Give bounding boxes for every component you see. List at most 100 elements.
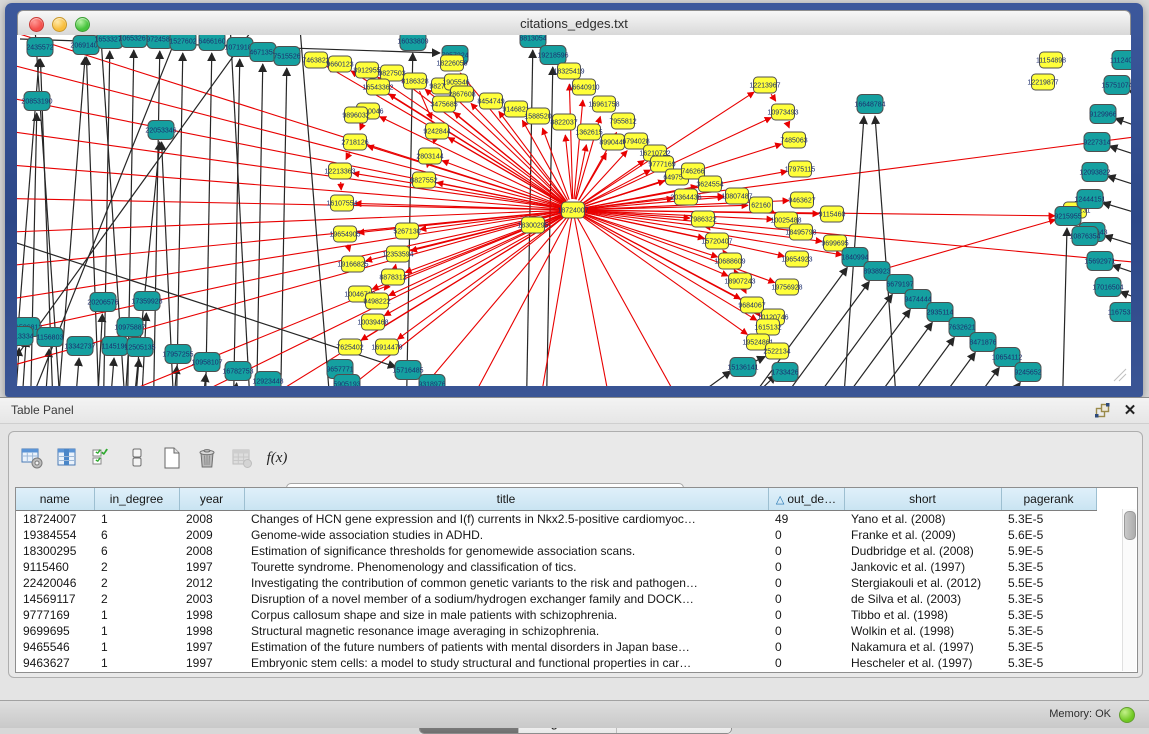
- network-node[interactable]: 19654905: [329, 226, 360, 242]
- table-row[interactable]: 946554611997Estimation of the future num…: [16, 639, 1124, 655]
- network-node[interactable]: 8186328: [401, 73, 428, 89]
- float-window-icon[interactable]: [1093, 401, 1111, 419]
- network-node[interactable]: 10958107: [191, 353, 222, 372]
- network-node[interactable]: 17359928: [131, 292, 162, 311]
- network-node[interactable]: 9684067: [738, 297, 765, 313]
- column-header-year[interactable]: year: [179, 488, 244, 511]
- network-node[interactable]: 11154898: [1036, 52, 1066, 68]
- network-node[interactable]: 8822037: [550, 114, 577, 130]
- network-node[interactable]: 9896032: [342, 107, 369, 123]
- network-node[interactable]: 18724007: [557, 202, 588, 218]
- network-node[interactable]: 19218596: [537, 46, 568, 65]
- network-node[interactable]: 10807487: [721, 188, 752, 204]
- network-node[interactable]: 16543362: [362, 79, 393, 95]
- network-node[interactable]: 9215955: [1054, 207, 1081, 226]
- network-node[interactable]: 3913334: [17, 327, 34, 346]
- network-node[interactable]: 12213363: [324, 163, 355, 179]
- network-node[interactable]: 8827552: [410, 172, 437, 188]
- network-node[interactable]: 12923448: [252, 372, 283, 387]
- network-node[interactable]: 1156803: [37, 328, 64, 347]
- table-row[interactable]: 977716911998Corpus callosum shape and si…: [16, 607, 1124, 623]
- function-builder-icon[interactable]: f(x): [264, 445, 290, 471]
- network-node[interactable]: 11124047: [1110, 51, 1131, 70]
- network-node[interactable]: 7986322: [689, 211, 716, 227]
- network-node[interactable]: 18907243: [724, 273, 755, 289]
- network-node[interactable]: 8938923: [863, 262, 890, 281]
- new-document-icon[interactable]: [159, 445, 185, 471]
- network-canvas[interactable]: 1872400724355722069140616533277106532679…: [17, 35, 1131, 386]
- network-node[interactable]: 9660123: [326, 56, 353, 72]
- column-header-short[interactable]: short: [844, 488, 1001, 511]
- network-node[interactable]: 12219877: [1027, 74, 1058, 90]
- network-window-titlebar[interactable]: citations_edges.txt: [17, 10, 1131, 37]
- network-node[interactable]: 1733426: [771, 363, 798, 382]
- network-node[interactable]: 12444151: [1074, 190, 1105, 209]
- canvas-resize-corner-icon[interactable]: [1111, 366, 1127, 382]
- network-node[interactable]: 16914479: [371, 339, 402, 355]
- network-node[interactable]: 15720407: [701, 233, 732, 249]
- network-node[interactable]: 15716485: [392, 361, 423, 380]
- network-node[interactable]: 9115460: [819, 206, 846, 222]
- table-row[interactable]: 1872400712008Changes of HCN gene express…: [16, 511, 1124, 528]
- column-header-in_degree[interactable]: in_degree: [94, 488, 179, 511]
- column-header-title[interactable]: title: [244, 488, 768, 511]
- import-table-icon[interactable]: [229, 445, 255, 471]
- network-node[interactable]: 1615132: [754, 319, 781, 335]
- network-node[interactable]: 16961758: [588, 96, 619, 112]
- network-node[interactable]: 9242844: [423, 123, 450, 139]
- network-node[interactable]: 12093822: [1079, 163, 1110, 182]
- trash-icon[interactable]: [194, 445, 220, 471]
- network-node[interactable]: 1362615: [575, 124, 602, 140]
- table-scrollbar[interactable]: [1122, 509, 1136, 671]
- network-node[interactable]: 3475685: [430, 96, 457, 112]
- network-node[interactable]: 15136141: [727, 358, 758, 377]
- network-node[interactable]: 6466160: [198, 35, 225, 51]
- network-node[interactable]: 16107554: [326, 195, 357, 211]
- network-node[interactable]: 8454749: [477, 93, 504, 109]
- network-node[interactable]: 5267130: [393, 223, 420, 239]
- close-icon[interactable]: ✕: [1121, 401, 1139, 419]
- table-row[interactable]: 911546021997Tourette syndrome. Phenomeno…: [16, 559, 1124, 575]
- network-node[interactable]: 9227314: [1083, 133, 1110, 152]
- network-node[interactable]: 2935114: [927, 303, 954, 322]
- network-node[interactable]: 11675332: [1108, 303, 1131, 322]
- network-node[interactable]: 17957255: [162, 345, 193, 364]
- network-node[interactable]: 16033809: [397, 35, 428, 51]
- network-node[interactable]: 3624554: [696, 176, 723, 192]
- network-node[interactable]: 9129966: [1089, 105, 1116, 124]
- network-node[interactable]: 10688609: [714, 253, 745, 269]
- network-node[interactable]: 17975115: [785, 161, 816, 177]
- network-node[interactable]: 1527602: [169, 35, 196, 51]
- network-node[interactable]: 2718126: [341, 134, 368, 150]
- network-node[interactable]: 10975887: [114, 318, 145, 337]
- table-row[interactable]: 2242004622012Investigating the contribut…: [16, 575, 1124, 591]
- network-node[interactable]: 19756928: [771, 279, 802, 295]
- table-row[interactable]: 946362711997Embryonic stem cells: a mode…: [16, 655, 1124, 671]
- network-node[interactable]: 19166825: [337, 256, 368, 272]
- network-node[interactable]: 16782753: [222, 362, 253, 381]
- network-node[interactable]: 5905193: [333, 375, 360, 387]
- network-node[interactable]: 16648784: [854, 95, 885, 114]
- network-node[interactable]: 10653267: [118, 35, 149, 48]
- network-node[interactable]: 19654923: [781, 251, 812, 267]
- network-node[interactable]: 9498222: [363, 293, 390, 309]
- merge-cells-icon[interactable]: [124, 445, 150, 471]
- network-node[interactable]: 10876354: [1069, 227, 1100, 246]
- network-node[interactable]: 12353594: [382, 246, 413, 262]
- network-node[interactable]: 8471876: [969, 333, 996, 352]
- network-node[interactable]: 9318976: [418, 375, 445, 387]
- network-node[interactable]: 17016504: [1092, 278, 1123, 297]
- table-gear-icon[interactable]: [19, 445, 45, 471]
- network-node[interactable]: 2803144: [416, 148, 443, 164]
- network-node[interactable]: 13342737: [64, 337, 95, 356]
- table-scrollbar-thumb[interactable]: [1124, 511, 1136, 540]
- network-node[interactable]: 22053346: [145, 121, 176, 140]
- column-header-pagerank[interactable]: pagerank: [1001, 488, 1096, 511]
- network-node[interactable]: 7625402: [336, 339, 363, 355]
- network-node[interactable]: 9245652: [1014, 363, 1041, 382]
- network-node[interactable]: 2435572: [26, 38, 53, 57]
- network-node[interactable]: 7515526: [273, 47, 300, 66]
- network-node[interactable]: 8878312: [379, 269, 406, 285]
- network-node[interactable]: 20853190: [21, 92, 52, 111]
- table-row[interactable]: 1938455462009Genome-wide association stu…: [16, 527, 1124, 543]
